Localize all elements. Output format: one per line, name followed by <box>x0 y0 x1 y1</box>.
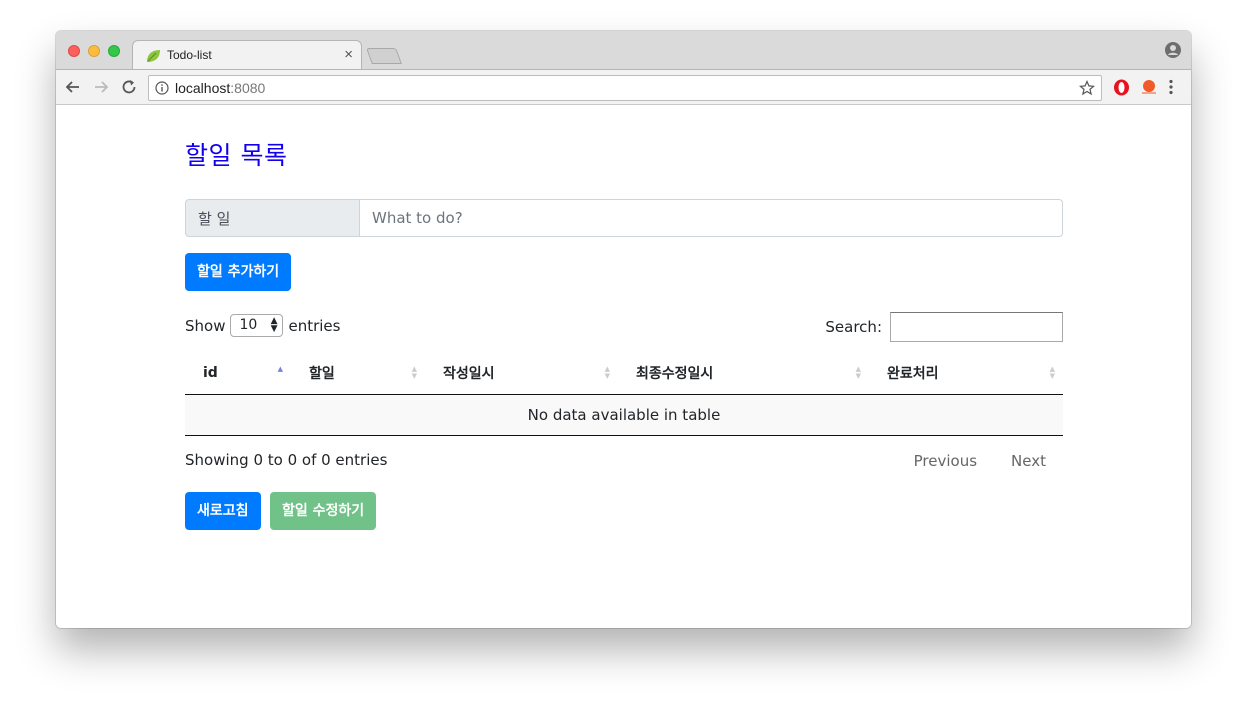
entries-label: entries <box>288 316 341 335</box>
sort-both-icon: ▲ ▼ <box>855 365 861 380</box>
maximize-window-button[interactable] <box>108 45 120 57</box>
column-header-label: 작성일시 <box>443 365 495 382</box>
close-window-button[interactable] <box>68 45 80 57</box>
back-arrow-icon[interactable] <box>64 78 82 96</box>
todo-input-group: 할 일 <box>185 199 1063 237</box>
browser-toolbar: localhost:8080 <box>56 69 1191 105</box>
previous-page-button[interactable]: Previous <box>897 452 994 470</box>
column-header-created[interactable]: 작성일시 ▲ ▼ <box>425 352 618 395</box>
sort-both-icon: ▲ ▼ <box>1049 365 1055 380</box>
select-arrows-icon: ▲ ▼ <box>270 316 278 334</box>
table-header-row: id ▲ 할일 ▲ ▼ 작성일시 ▲ ▼ 최종수정일시 ▲ ▼ 완료처리 ▲ ▼ <box>185 352 1063 395</box>
table-info: Showing 0 to 0 of 0 entries <box>185 451 388 469</box>
url-port: :8080 <box>230 80 266 96</box>
column-header-id[interactable]: id ▲ <box>185 352 291 395</box>
tab-close-icon[interactable]: × <box>344 46 353 63</box>
page-length-value: 10 <box>239 317 258 333</box>
column-header-todo[interactable]: 할일 ▲ ▼ <box>291 352 425 395</box>
tab-todo-list[interactable]: Todo-list × <box>132 40 362 70</box>
empty-table-message: No data available in table <box>185 394 1063 436</box>
column-header-label: 완료처리 <box>887 365 939 382</box>
url-text: localhost:8080 <box>175 80 265 96</box>
refresh-button[interactable]: 새로고침 <box>185 492 261 530</box>
forward-arrow-icon[interactable] <box>92 78 110 96</box>
column-header-label: 최종수정일시 <box>636 365 714 382</box>
column-header-modified[interactable]: 최종수정일시 ▲ ▼ <box>618 352 869 395</box>
column-header-complete[interactable]: 완료처리 ▲ ▼ <box>869 352 1063 395</box>
browser-window: Todo-list × localhost:8080 할일 목록 할 일 Wha… <box>56 31 1191 628</box>
edit-todo-button[interactable]: 할일 수정하기 <box>270 492 377 530</box>
page-length-control: Show 10 ▲ ▼ entries <box>185 314 340 337</box>
leaf-icon <box>147 50 160 62</box>
tab-title: Todo-list <box>167 48 212 62</box>
profile-icon[interactable] <box>1165 42 1181 58</box>
pagination: Previous Next <box>897 452 1063 470</box>
sort-both-icon: ▲ ▼ <box>411 365 417 380</box>
todo-input-label: 할 일 <box>185 199 360 237</box>
sort-both-icon: ▲ ▼ <box>604 365 610 380</box>
page-title: 할일 목록 <box>185 141 288 170</box>
menu-dots-icon[interactable] <box>1168 79 1174 95</box>
pomodoro-extension-icon[interactable] <box>1140 78 1158 96</box>
todo-table: id ▲ 할일 ▲ ▼ 작성일시 ▲ ▼ 최종수정일시 ▲ ▼ 완료처리 ▲ ▼… <box>185 352 1063 436</box>
todo-input[interactable] <box>360 199 1063 237</box>
new-tab-button[interactable] <box>366 48 402 64</box>
minimize-window-button[interactable] <box>88 45 100 57</box>
column-header-label: id <box>203 364 218 381</box>
address-bar[interactable]: localhost:8080 <box>148 75 1102 101</box>
page-viewport: 할일 목록 할 일 할일 추가하기 Show 10 ▲▼ entries Sea… <box>56 106 1191 628</box>
info-icon[interactable] <box>155 81 169 95</box>
page-length-select[interactable]: 10 ▲ ▼ <box>230 314 284 337</box>
search-input[interactable] <box>890 312 1063 342</box>
table-search-control: Search: <box>825 312 1063 342</box>
search-label: Search: <box>825 318 882 336</box>
bookmark-star-icon[interactable] <box>1079 80 1095 96</box>
opera-extension-icon[interactable] <box>1113 79 1130 96</box>
add-todo-button[interactable]: 할일 추가하기 <box>185 253 292 291</box>
reload-icon[interactable] <box>120 78 138 96</box>
url-host: localhost <box>175 80 231 96</box>
tab-strip: Todo-list × <box>56 31 1191 70</box>
sort-asc-icon: ▲ <box>277 365 283 373</box>
next-page-button[interactable]: Next <box>994 452 1063 470</box>
table-empty-row: No data available in table <box>185 394 1063 436</box>
column-header-label: 할일 <box>309 365 335 382</box>
show-label: Show <box>185 316 226 335</box>
